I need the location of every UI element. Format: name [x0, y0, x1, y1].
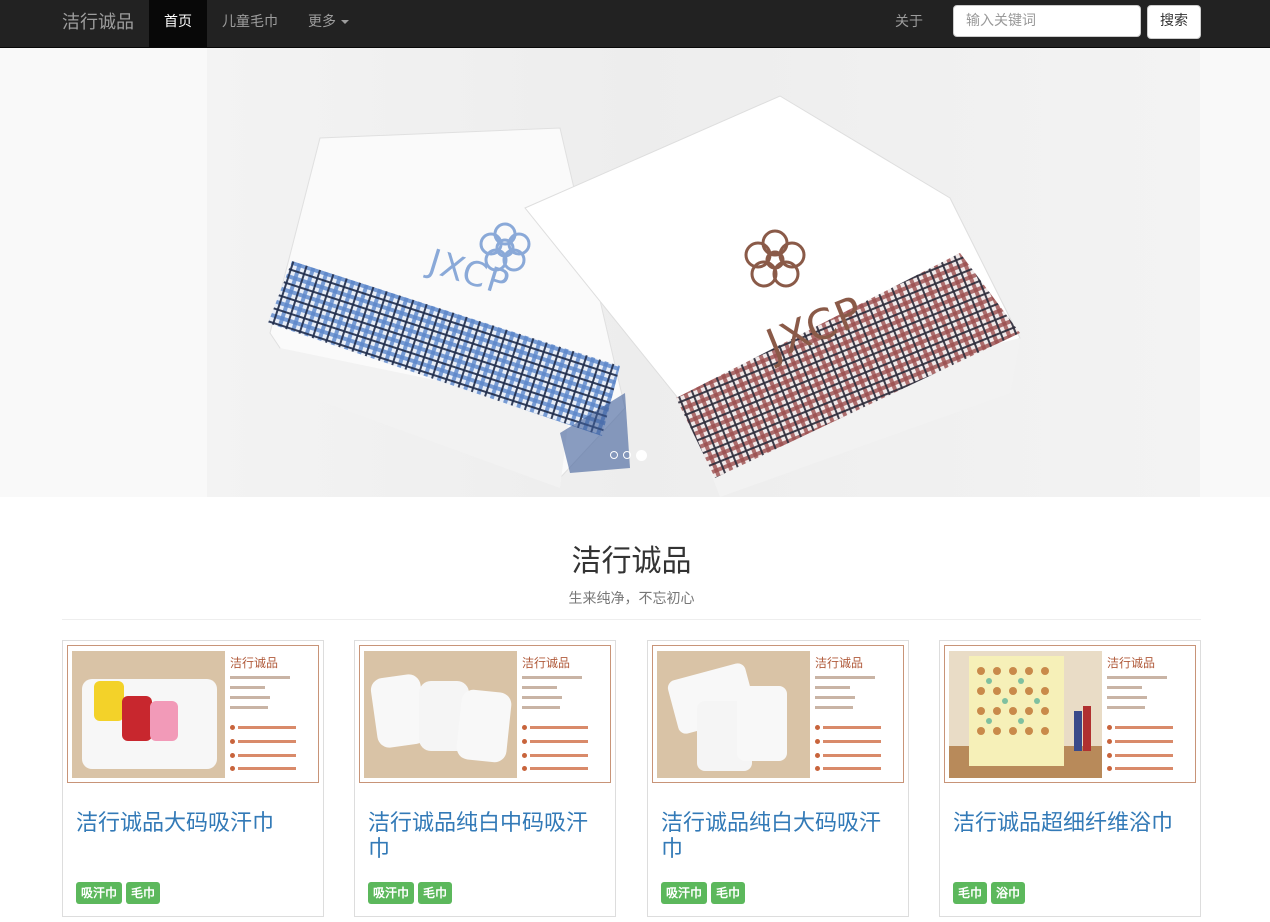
product-tags: 吸汗巾 毛巾 — [661, 882, 746, 904]
tag-badge[interactable]: 毛巾 — [418, 882, 453, 904]
product-title[interactable]: 洁行诚品纯白大码吸汗巾 — [661, 811, 896, 863]
product-photo — [364, 651, 517, 778]
product-card[interactable]: 洁行诚品 洁行诚品纯白中码吸汗巾 吸汗巾 毛巾 — [354, 640, 616, 917]
thumbnail-brand: 洁行诚品 — [815, 656, 864, 670]
thumbnail-frame: 洁行诚品 — [359, 645, 611, 783]
product-card[interactable]: 洁行诚品 洁行诚品大码吸汗巾 吸汗巾 毛巾 — [62, 640, 324, 917]
tag-badge[interactable]: 毛巾 — [711, 882, 746, 904]
search-button[interactable]: 搜索 — [1147, 5, 1201, 39]
nav-item-home-label: 首页 — [164, 14, 192, 30]
thumbnail-frame: 洁行诚品 — [67, 645, 319, 783]
product-title[interactable]: 洁行诚品纯白中码吸汗巾 — [368, 811, 603, 863]
carousel-indicator[interactable] — [610, 451, 618, 459]
product-title[interactable]: 洁行诚品大码吸汗巾 — [76, 811, 311, 837]
carousel-indicators — [610, 450, 647, 461]
product-photo — [657, 651, 810, 778]
product-tags: 毛巾 浴巾 — [953, 882, 1026, 904]
search-input[interactable] — [953, 5, 1141, 37]
product-card[interactable]: 洁行诚品 洁行诚品纯白大码吸汗巾 吸汗巾 毛巾 — [647, 640, 909, 917]
hero-carousel[interactable]: JXCP JXCP — [0, 48, 1270, 497]
product-thumbnail[interactable]: 洁行诚品 — [359, 645, 611, 783]
tag-badge[interactable]: 毛巾 — [953, 882, 988, 904]
product-photo — [949, 651, 1102, 778]
nav-menu: 首页 儿童毛巾 更多 — [149, 0, 364, 47]
product-photo — [72, 651, 225, 778]
page-header: 洁行诚品 生来纯净，不忘初心 — [62, 530, 1201, 620]
thumbnail-brand: 洁行诚品 — [230, 656, 279, 670]
thumbnail-brand: 洁行诚品 — [1107, 656, 1156, 670]
thumbnail-frame: 洁行诚品 — [652, 645, 904, 783]
product-thumbnail[interactable]: 洁行诚品 — [67, 645, 319, 783]
tag-badge[interactable]: 吸汗巾 — [661, 882, 708, 904]
navbar-brand[interactable]: 洁行诚品 — [62, 0, 134, 47]
nav-item-more-dropdown[interactable]: 更多 — [293, 0, 364, 47]
carousel-slide-image — [0, 48, 1270, 497]
top-navbar: 洁行诚品 首页 儿童毛巾 更多 关于 搜索 — [0, 0, 1270, 48]
tag-badge[interactable]: 吸汗巾 — [368, 882, 415, 904]
product-title[interactable]: 洁行诚品超细纤维浴巾 — [953, 811, 1188, 837]
nav-item-kids-towels-label: 儿童毛巾 — [222, 14, 278, 30]
nav-item-kids-towels[interactable]: 儿童毛巾 — [207, 0, 293, 47]
tag-badge[interactable]: 吸汗巾 — [76, 882, 123, 904]
page-title: 洁行诚品 — [571, 544, 692, 579]
thumbnail-frame: 洁行诚品 — [944, 645, 1196, 783]
product-tags: 吸汗巾 毛巾 — [76, 882, 161, 904]
nav-item-about[interactable]: 关于 — [881, 0, 937, 47]
caret-down-icon — [341, 20, 349, 24]
product-thumbnail[interactable]: 洁行诚品 — [652, 645, 904, 783]
tag-badge[interactable]: 浴巾 — [991, 882, 1026, 904]
product-tags: 吸汗巾 毛巾 — [368, 882, 453, 904]
product-card[interactable]: 洁行诚品 洁行诚品超细纤维浴巾 毛巾 浴巾 — [939, 640, 1201, 917]
page-subtitle: 生来纯净，不忘初心 — [568, 591, 695, 607]
carousel-indicator[interactable] — [623, 451, 631, 459]
product-thumbnail[interactable]: 洁行诚品 — [944, 645, 1196, 783]
nav-item-more-label: 更多 — [308, 14, 336, 30]
nav-item-home[interactable]: 首页 — [149, 0, 207, 47]
tag-badge[interactable]: 毛巾 — [126, 882, 161, 904]
carousel-indicator-active[interactable] — [636, 450, 647, 461]
thumbnail-brand: 洁行诚品 — [522, 656, 571, 670]
